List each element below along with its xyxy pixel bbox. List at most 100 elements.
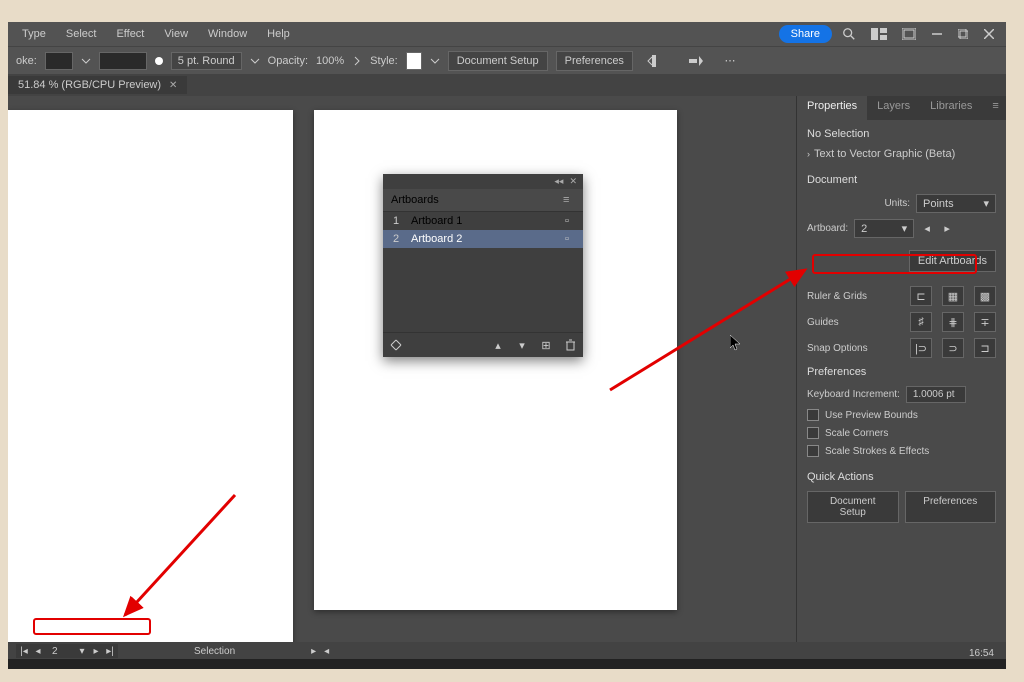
next-artboard-button[interactable]: ▸ (940, 222, 954, 236)
next-artboard-icon[interactable]: ▸ (90, 645, 102, 657)
search-icon[interactable] (840, 25, 858, 43)
artboard-row[interactable]: 2 Artboard 2 ▫ (383, 230, 583, 248)
ruler-icon[interactable]: ⊏ (910, 286, 932, 306)
prev-artboard-button[interactable]: ◂ (920, 222, 934, 236)
style-swatch[interactable] (406, 52, 422, 70)
artboard-options-icon[interactable]: ▫ (565, 233, 577, 245)
scroll-right-icon[interactable]: ▸ (311, 646, 316, 657)
stroke-color-swatch[interactable] (45, 52, 73, 70)
scale-strokes-checkbox[interactable]: Scale Strokes & Effects (807, 445, 996, 457)
maximize-icon[interactable] (956, 27, 970, 41)
artboards-panel-title: Artboards (391, 194, 557, 206)
artboard-name: Artboard 1 (411, 215, 557, 227)
chevron-down-icon[interactable] (430, 56, 440, 66)
prev-artboard-icon[interactable]: ◂ (32, 645, 44, 657)
artboard-row[interactable]: 1 Artboard 1 ▫ (383, 212, 583, 230)
qa-doc-setup-button[interactable]: Document Setup (807, 491, 899, 523)
edit-artboards-button[interactable]: Edit Artboards (909, 250, 996, 272)
quick-actions-title: Quick Actions (807, 471, 996, 483)
tab-properties[interactable]: Properties (797, 96, 867, 120)
status-bar: |◂ ◂ 2 ▾ ▸ ▸| Selection ▸ ◂ (8, 642, 1006, 660)
delete-artboard-icon[interactable] (563, 338, 577, 352)
menu-effect[interactable]: Effect (108, 25, 152, 43)
rearrange-icon[interactable] (389, 338, 403, 352)
chevron-right-icon[interactable] (352, 56, 362, 66)
options-bar: oke: 5 pt. Round Opacity: 100% Style: Do… (8, 46, 1006, 74)
panel-menu-icon[interactable]: ≡ (982, 96, 1008, 120)
artboards-float-panel[interactable]: ◂◂ ✕ Artboards ≡ 1 Artboard 1 ▫ 2 Artboa… (383, 174, 583, 357)
guides-label: Guides (807, 317, 904, 328)
text-to-vector-label: Text to Vector Graphic (Beta) (814, 148, 955, 160)
workspace-icon[interactable] (870, 25, 888, 43)
close-tab-icon[interactable]: ✕ (169, 80, 177, 91)
new-artboard-icon[interactable]: ⊞ (539, 338, 553, 352)
qa-preferences-button[interactable]: Preferences (905, 491, 997, 523)
move-up-icon[interactable]: ▴ (491, 338, 505, 352)
preferences-section-title: Preferences (807, 366, 996, 378)
artboard-index: 1 (389, 215, 403, 227)
ruler-grids-label: Ruler & Grids (807, 291, 904, 302)
grid-icon[interactable]: ▦ (942, 286, 964, 306)
panel-top-controls: ◂◂ ✕ (383, 174, 583, 189)
doc-setup-button[interactable]: Document Setup (448, 51, 548, 71)
menu-window[interactable]: Window (200, 25, 255, 43)
panel-tabs: Properties Layers Libraries ≡ (797, 96, 1006, 120)
artboard-options-icon[interactable]: ▫ (565, 215, 577, 227)
last-artboard-icon[interactable]: ▸| (104, 645, 116, 657)
snap-point-icon[interactable]: |⊃ (910, 338, 932, 358)
kbd-increment-label: Keyboard Increment: (807, 389, 900, 400)
brush-preset[interactable]: 5 pt. Round (171, 52, 242, 70)
chevron-down-icon[interactable] (250, 56, 260, 66)
doc-tab-bar: 51.84 % (RGB/CPU Preview) ✕ (8, 74, 1006, 96)
artboard-nav-dropdown-icon[interactable]: ▾ (76, 645, 88, 657)
text-to-vector-row[interactable]: › Text to Vector Graphic (Beta) (807, 148, 996, 160)
kbd-increment-input[interactable]: 1.0006 pt (906, 386, 966, 403)
scale-corners-checkbox[interactable]: Scale Corners (807, 427, 996, 439)
style-label: Style: (370, 55, 398, 67)
tab-libraries[interactable]: Libraries (920, 96, 982, 120)
artboard-1[interactable] (8, 110, 293, 642)
minimize-icon[interactable] (930, 27, 944, 41)
align-icon[interactable] (645, 52, 663, 70)
tab-layers[interactable]: Layers (867, 96, 920, 120)
artboard-nav: |◂ ◂ 2 ▾ ▸ ▸| (16, 644, 118, 658)
artboard-nav-value[interactable]: 2 (46, 646, 74, 657)
menu-view[interactable]: View (156, 25, 196, 43)
artboards-panel-header: Artboards ≡ (383, 189, 583, 212)
clock: 16:54 (969, 648, 994, 659)
arrange-docs-icon[interactable] (900, 25, 918, 43)
artboards-list: 1 Artboard 1 ▫ 2 Artboard 2 ▫ (383, 212, 583, 332)
chevron-down-icon[interactable] (81, 56, 91, 66)
close-icon[interactable] (982, 27, 996, 41)
close-panel-icon[interactable]: ✕ (569, 176, 577, 187)
artboard-select[interactable]: 2▾ (854, 219, 914, 238)
stroke-label: oke: (16, 55, 37, 67)
doc-tab-title: 51.84 % (RGB/CPU Preview) (18, 79, 161, 91)
menu-type[interactable]: Type (14, 25, 54, 43)
snap-grid-icon[interactable]: ⊃ (942, 338, 964, 358)
lock-guides-icon[interactable]: ⋕ (942, 312, 964, 332)
show-guides-icon[interactable]: ♯ (910, 312, 932, 332)
units-select[interactable]: Points▾ (916, 194, 996, 213)
panel-menu-icon[interactable]: ≡ (563, 194, 575, 206)
move-down-icon[interactable]: ▾ (515, 338, 529, 352)
snap-options-label: Snap Options (807, 343, 904, 354)
snap-pixel-icon[interactable]: ⊐ (974, 338, 996, 358)
scroll-left-icon[interactable]: ◂ (324, 646, 329, 657)
share-button[interactable]: Share (779, 25, 832, 43)
no-selection-label: No Selection (807, 128, 996, 140)
stroke-weight-field[interactable] (99, 52, 147, 70)
collapse-icon[interactable]: ◂◂ (554, 176, 563, 187)
menu-help[interactable]: Help (259, 25, 298, 43)
expand-panel-icon[interactable] (687, 52, 705, 70)
use-preview-bounds-checkbox[interactable]: Use Preview Bounds (807, 409, 996, 421)
smart-guides-icon[interactable]: ∓ (974, 312, 996, 332)
opacity-value[interactable]: 100% (316, 55, 344, 67)
menu-select[interactable]: Select (58, 25, 105, 43)
transparency-grid-icon[interactable]: ▩ (974, 286, 996, 306)
cursor-icon (730, 335, 742, 351)
preferences-button[interactable]: Preferences (556, 51, 633, 71)
more-icon[interactable]: ⋯ (721, 52, 739, 70)
first-artboard-icon[interactable]: |◂ (18, 645, 30, 657)
doc-tab[interactable]: 51.84 % (RGB/CPU Preview) ✕ (8, 76, 187, 94)
